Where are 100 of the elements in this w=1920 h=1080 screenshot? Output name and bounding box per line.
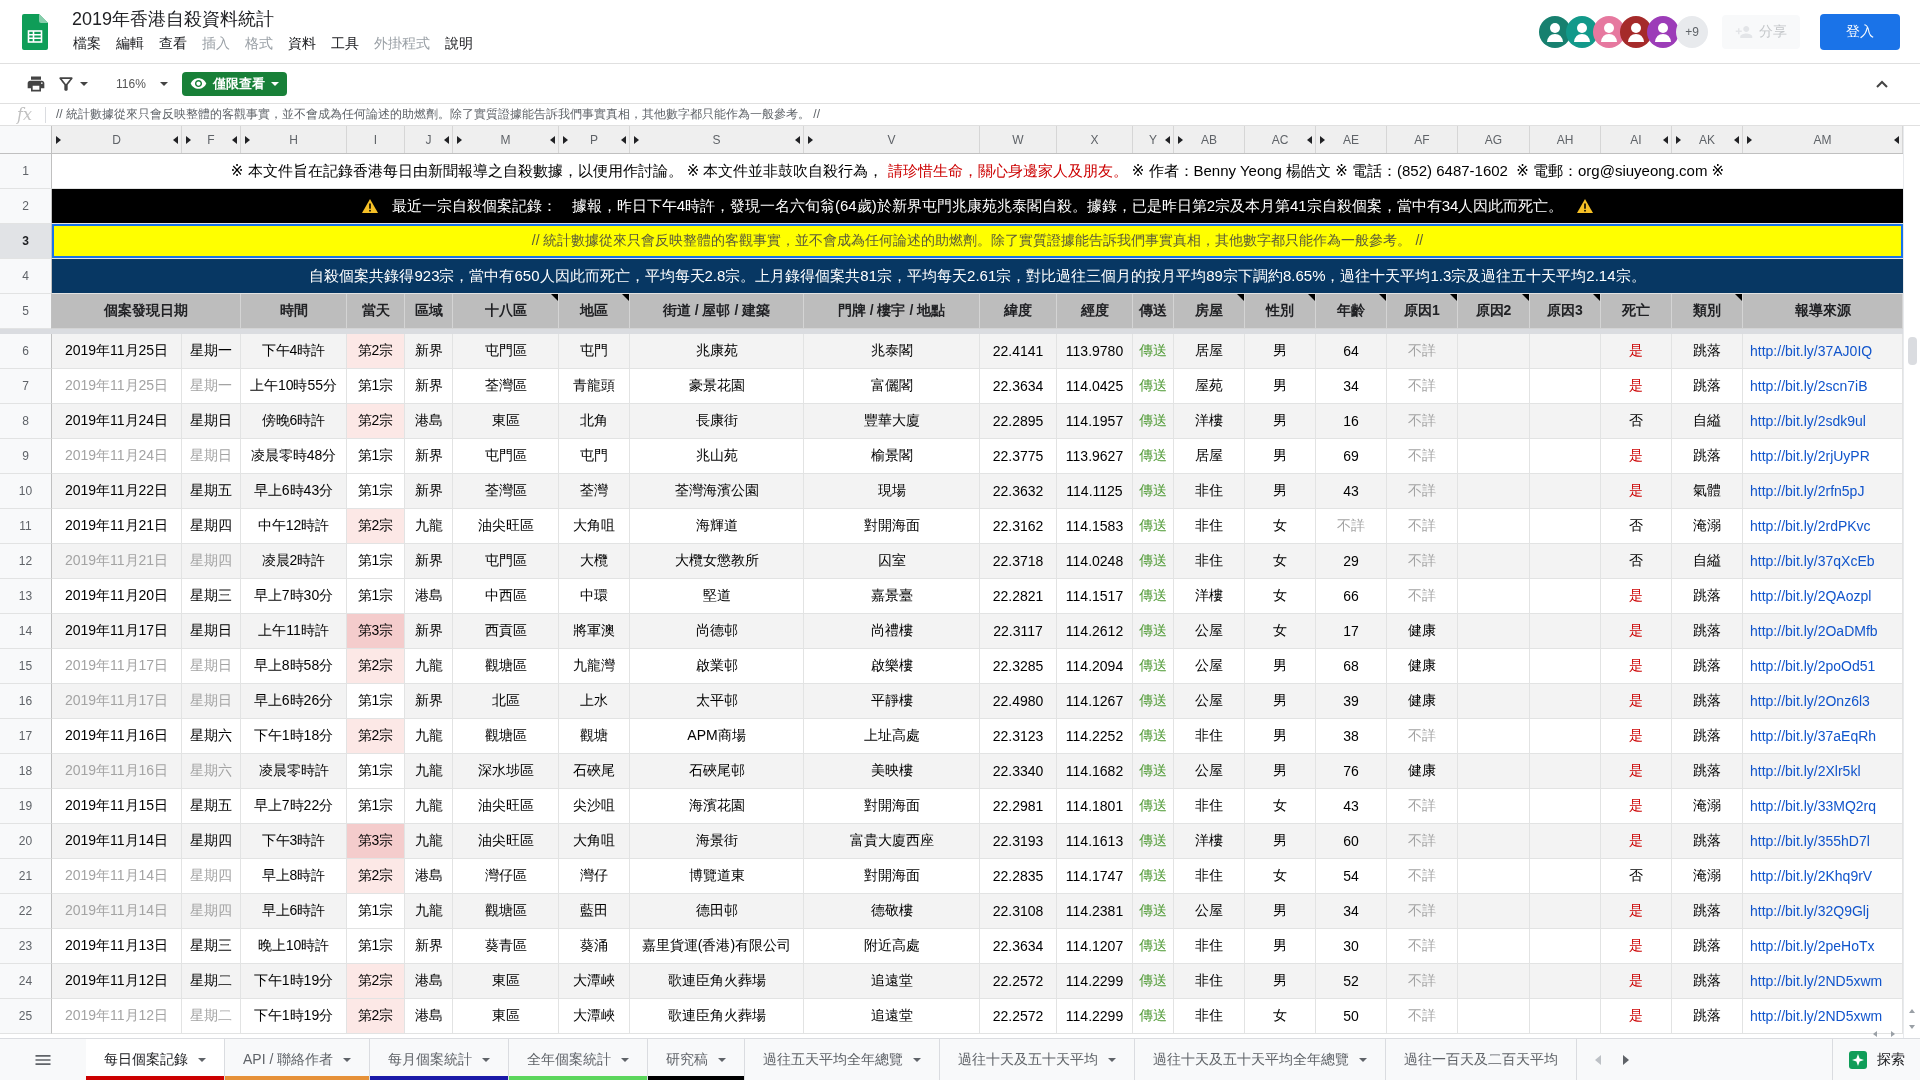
column-header[interactable]: W — [980, 126, 1057, 153]
note-corner-icon[interactable] — [1735, 294, 1742, 301]
triangle-left-icon[interactable] — [1306, 135, 1312, 144]
triangle-right-icon[interactable] — [1675, 135, 1681, 144]
avatar-icon[interactable] — [1566, 15, 1598, 48]
avatar-icon[interactable] — [1647, 15, 1679, 48]
scroll-right-icon[interactable] — [1623, 1054, 1630, 1065]
scroll-down-icon[interactable] — [1909, 1024, 1915, 1030]
note-corner-icon[interactable] — [551, 294, 558, 301]
source-link[interactable]: http://bit.ly/32Q9Glj — [1750, 903, 1870, 919]
column-header[interactable]: D — [52, 126, 182, 153]
menu-item[interactable]: 檔案 — [65, 33, 108, 54]
triangle-right-icon[interactable] — [807, 135, 813, 144]
source-link[interactable]: http://bit.ly/2OaDMfb — [1750, 623, 1878, 639]
scrollbar-thumb[interactable] — [1907, 337, 1917, 365]
source-link[interactable]: http://bit.ly/2poOd51 — [1750, 658, 1876, 674]
sheet-tab[interactable]: 過往五天平均全年總覽 — [745, 1039, 941, 1080]
zoom-select[interactable]: 116% — [112, 76, 172, 91]
column-header[interactable]: AC — [1245, 126, 1316, 153]
column-header[interactable]: P — [559, 126, 630, 153]
column-header[interactable]: AE — [1316, 126, 1387, 153]
sheet-tab[interactable]: 過往十天及五十天平均全年總覽 — [1135, 1039, 1387, 1080]
source-link[interactable]: http://bit.ly/2rdPKvc — [1750, 518, 1871, 534]
source-link[interactable]: http://bit.ly/2QAozpl — [1750, 588, 1872, 604]
triangle-left-icon[interactable] — [794, 135, 800, 144]
source-link[interactable]: http://bit.ly/37aEqRh — [1750, 728, 1877, 744]
triangle-right-icon[interactable] — [562, 135, 568, 144]
triangle-right-icon[interactable] — [185, 135, 191, 144]
note-corner-icon[interactable] — [1593, 294, 1600, 301]
document-title[interactable]: 2019年香港自殺資料統計 — [72, 6, 275, 31]
note-corner-icon[interactable] — [1522, 294, 1529, 301]
source-link[interactable]: http://bit.ly/2scn7iB — [1750, 378, 1868, 394]
avatar-icon[interactable] — [1539, 15, 1571, 48]
menu-item[interactable]: 工具 — [323, 33, 366, 54]
triangle-left-icon[interactable] — [549, 135, 555, 144]
column-header[interactable]: X — [1057, 126, 1133, 153]
column-header[interactable]: F — [182, 126, 241, 153]
triangle-right-icon[interactable] — [244, 135, 250, 144]
triangle-left-icon[interactable] — [1164, 135, 1170, 144]
triangle-right-icon[interactable] — [55, 135, 61, 144]
avatar-icon[interactable] — [1620, 15, 1652, 48]
note-corner-icon[interactable] — [622, 294, 629, 301]
source-link[interactable]: http://bit.ly/37AJ0IQ — [1750, 343, 1873, 359]
avatar-icon[interactable] — [1593, 15, 1625, 48]
menu-item[interactable]: 查看 — [151, 33, 194, 54]
column-header[interactable]: AH — [1530, 126, 1601, 153]
column-header[interactable]: AK — [1672, 126, 1743, 153]
column-header[interactable]: M — [453, 126, 559, 153]
triangle-left-icon[interactable] — [1662, 135, 1668, 144]
sheets-logo-icon[interactable] — [22, 13, 48, 50]
sheet-tab[interactable]: 每月個案統計 — [370, 1039, 510, 1080]
source-link[interactable]: http://bit.ly/2ND5xwm — [1750, 973, 1883, 989]
sign-in-button[interactable]: 登入 — [1820, 13, 1900, 50]
column-header[interactable]: AM — [1743, 126, 1903, 153]
column-header[interactable]: AI — [1601, 126, 1672, 153]
note-corner-icon[interactable] — [1308, 294, 1315, 301]
column-header[interactable]: Y — [1133, 126, 1174, 153]
menu-item[interactable]: 說明 — [437, 33, 480, 54]
triangle-right-icon[interactable] — [633, 135, 639, 144]
view-only-button[interactable]: 僅限查看 — [181, 71, 287, 96]
scroll-up-icon[interactable] — [1909, 1008, 1915, 1014]
source-link[interactable]: http://bit.ly/2Xlr5kl — [1750, 763, 1861, 779]
triangle-left-icon[interactable] — [620, 135, 626, 144]
source-link[interactable]: http://bit.ly/355hD7l — [1750, 833, 1870, 849]
source-link[interactable]: http://bit.ly/37qXcEb — [1750, 553, 1875, 569]
source-link[interactable]: http://bit.ly/2rfn5pJ — [1750, 483, 1865, 499]
sheet-tab[interactable]: 過往十天及五十天平均 — [940, 1039, 1136, 1080]
source-link[interactable]: http://bit.ly/2Onz6l3 — [1750, 693, 1870, 709]
triangle-left-icon[interactable] — [231, 135, 237, 144]
source-link[interactable]: http://bit.ly/2rjUyPR — [1750, 448, 1870, 464]
sheet-tab[interactable]: 每日個案記錄 — [86, 1039, 225, 1080]
column-header[interactable]: S — [630, 126, 804, 153]
sheet-tab[interactable]: 全年個案統計 — [509, 1039, 649, 1080]
triangle-right-icon[interactable] — [1746, 135, 1752, 144]
menu-item[interactable]: 編輯 — [108, 33, 151, 54]
triangle-left-icon[interactable] — [1893, 135, 1899, 144]
source-link[interactable]: http://bit.ly/2peHoTx — [1750, 938, 1875, 954]
note-corner-icon[interactable] — [1379, 294, 1386, 301]
source-link[interactable]: http://bit.ly/2sdk9ul — [1750, 413, 1866, 429]
formula-text[interactable]: // 統計數據從來只會反映整體的客觀事實，並不會成為任何論述的助燃劑。除了實質證據能告訴我們事實真相，其他數字都只能作為一般參考。 // — [56, 106, 820, 123]
triangle-left-icon[interactable] — [1733, 135, 1739, 144]
source-link[interactable]: http://bit.ly/2Khq9rV — [1750, 868, 1873, 884]
triangle-right-icon[interactable] — [1319, 135, 1325, 144]
column-header[interactable]: AB — [1174, 126, 1245, 153]
column-header[interactable]: V — [804, 126, 980, 153]
explore-button[interactable]: 探索 — [1832, 1039, 1920, 1080]
source-link[interactable]: http://bit.ly/33MQ2rq — [1750, 798, 1877, 814]
column-header[interactable]: AG — [1458, 126, 1530, 153]
sheet-tab[interactable]: 研究稿 — [648, 1039, 746, 1080]
column-header[interactable]: H — [241, 126, 347, 153]
sheet-tab[interactable]: API / 聯絡作者 — [225, 1039, 371, 1080]
note-corner-icon[interactable] — [1450, 294, 1457, 301]
sheet-tab[interactable]: 過往一百天及二百天平均 — [1386, 1039, 1578, 1080]
source-link[interactable]: http://bit.ly/2ND5xwm — [1750, 1008, 1883, 1024]
triangle-left-icon[interactable] — [172, 135, 178, 144]
column-header[interactable]: I — [347, 126, 405, 153]
column-header[interactable]: AF — [1387, 126, 1458, 153]
more-viewers-badge[interactable]: +9 — [1676, 15, 1708, 48]
menu-item[interactable]: 資料 — [280, 33, 323, 54]
note-corner-icon[interactable] — [1237, 294, 1244, 301]
